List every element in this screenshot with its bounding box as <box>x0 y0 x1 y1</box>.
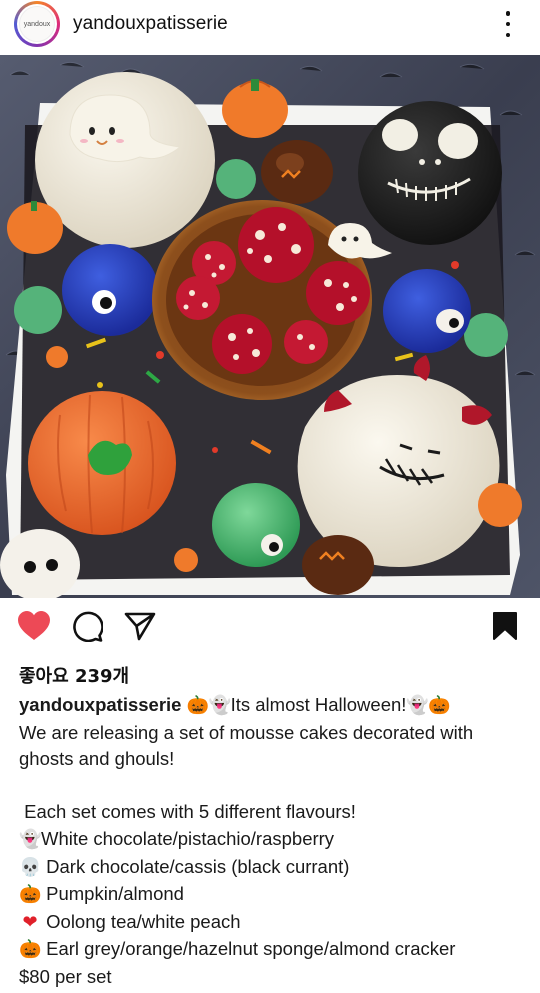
caption-username[interactable]: yandouxpatisserie <box>19 694 181 715</box>
bookmark-filled-icon[interactable] <box>492 611 518 641</box>
flavour-item: 👻White chocolate/pistachio/raspberry <box>19 826 524 854</box>
caption-price: $80 per set <box>19 965 112 987</box>
comment-icon[interactable] <box>71 610 103 642</box>
ghost-icon: 👻 <box>19 828 42 850</box>
post-header: yandoux yandouxpatisserie <box>0 0 540 50</box>
post-actions <box>0 598 540 658</box>
ghost-icon: 👻 <box>406 695 429 716</box>
halloween-cakes-illustration <box>0 55 540 598</box>
ghost-icon: 👻 <box>208 695 232 716</box>
skull-icon: 💀 <box>19 856 42 878</box>
flavour-text: Earl grey/orange/hazelnut sponge/almond … <box>41 938 456 960</box>
caption-line: We are releasing a set of mousse cakes d… <box>19 721 474 743</box>
red-heart-icon: ❤ <box>22 911 38 933</box>
avatar-logo: yandoux <box>19 6 55 42</box>
flavour-item: ❤ Oolong tea/white peach <box>19 909 524 937</box>
caption-first-line: yandouxpatisserie 🎃👻Its almost Halloween… <box>19 692 524 720</box>
flavour-text: Oolong tea/white peach <box>41 910 241 932</box>
flavour-text: Pumpkin/almond <box>41 883 184 905</box>
caption-headline: Its almost Halloween! <box>230 694 407 715</box>
pumpkin-icon: 🎃 <box>186 695 210 716</box>
send-icon[interactable] <box>124 611 156 641</box>
caption-line: ghosts and ghouls! <box>19 748 175 770</box>
caption-line: Each set comes with 5 different flavours… <box>19 801 356 823</box>
pumpkin-icon: 🎃 <box>19 884 42 906</box>
flavour-text: White chocolate/pistachio/raspberry <box>41 827 335 849</box>
flavour-item: 🎃 Earl grey/orange/hazelnut sponge/almon… <box>19 936 524 964</box>
pumpkin-icon: 🎃 <box>428 695 451 716</box>
flavour-item: 🎃 Pumpkin/almond <box>19 881 524 909</box>
likes-count[interactable]: 좋아요 239개 <box>19 662 129 688</box>
pumpkin-icon: 🎃 <box>19 939 42 961</box>
post-username[interactable]: yandouxpatisserie <box>73 13 228 35</box>
heart-filled-icon[interactable] <box>17 610 51 642</box>
post-photo[interactable] <box>0 55 540 598</box>
post-caption: yandouxpatisserie 🎃👻Its almost Halloween… <box>19 692 524 991</box>
flavour-item: 💀 Dark chocolate/cassis (black currant) <box>19 854 524 882</box>
more-vertical-icon[interactable] <box>496 11 520 37</box>
flavour-text: Dark chocolate/cassis (black currant) <box>41 855 350 877</box>
avatar[interactable]: yandoux <box>14 1 60 47</box>
